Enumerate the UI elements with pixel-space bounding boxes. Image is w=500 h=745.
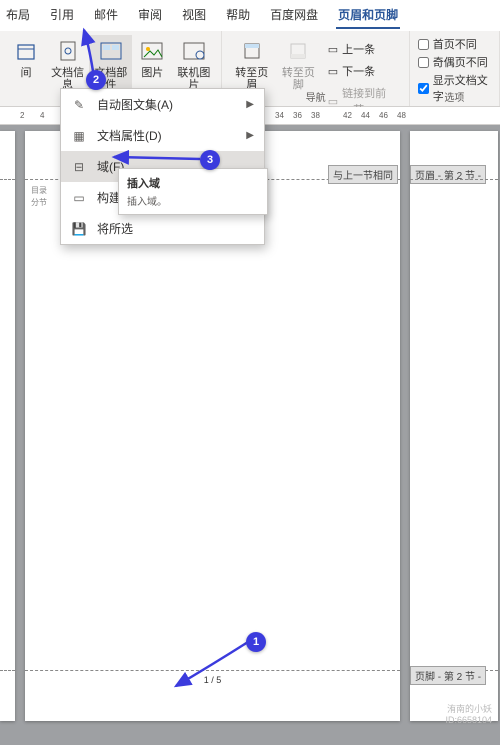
options-label: 选项 (444, 89, 464, 104)
up-icon: ▭ (328, 43, 338, 56)
autotext-icon: ✎ (71, 97, 87, 113)
tooltip-title: 插入域 (127, 175, 259, 191)
footer-section-tag: 页脚 - 第 2 节 - (410, 666, 486, 685)
ribbon-tabs: 布局 引用 邮件 审阅 视图 帮助 百度网盘 页眉和页脚 (0, 0, 500, 31)
tab-layout[interactable]: 布局 (4, 2, 32, 29)
section-text: 分节 (31, 197, 47, 208)
tab-header-footer[interactable]: 页眉和页脚 (336, 2, 400, 29)
parts-icon (97, 37, 125, 65)
picture-icon (138, 37, 166, 65)
badge-1: 1 (246, 632, 266, 652)
tab-view[interactable]: 视图 (180, 2, 208, 29)
onlinepic-button[interactable]: 联机图片 (172, 35, 215, 93)
group-options: 首页不同 奇偶页不同 显示文档文字 选项 (410, 31, 500, 106)
tab-review[interactable]: 审阅 (136, 2, 164, 29)
next-button[interactable]: ▭下一条 (322, 61, 403, 81)
footer-page-number[interactable]: 1 / 5 (204, 675, 222, 685)
autotext-item[interactable]: ✎ 自动图文集(A) ▶ (61, 89, 264, 120)
footer-icon (284, 37, 312, 65)
docprop-item[interactable]: ▦ 文档属性(D) ▶ (61, 120, 264, 151)
down-icon: ▭ (328, 65, 338, 78)
link-icon: ▭ (328, 95, 338, 108)
header-icon (238, 37, 266, 65)
building-icon: ▭ (71, 190, 87, 206)
tooltip-body: 插入域。 (127, 193, 259, 208)
docinfo-button[interactable]: 文档信息 (46, 35, 89, 93)
tab-baidu[interactable]: 百度网盘 (268, 2, 320, 29)
field-icon: ⊟ (71, 159, 87, 175)
prev-button[interactable]: ▭上一条 (322, 39, 403, 59)
chevron-right-icon: ▶ (246, 130, 254, 141)
header-section-tag: 页眉 - 第 2 节 - (410, 165, 486, 184)
watermark: 洧南的小妖 ID:6658104 (445, 704, 492, 726)
badge-3: 3 (200, 150, 220, 170)
tab-references[interactable]: 引用 (48, 2, 76, 29)
picture-button[interactable]: 图片 (132, 35, 172, 81)
nav-label: 导航 (306, 89, 326, 104)
calendar-icon (12, 37, 40, 65)
firstpage-checkbox[interactable]: 首页不同 (416, 35, 479, 53)
same-as-prev-tag: 与上一节相同 (328, 165, 398, 184)
page-prev (0, 131, 15, 721)
saveall-item[interactable]: 💾 将所选 (61, 213, 264, 244)
oddeven-checkbox[interactable]: 奇偶页不同 (416, 53, 490, 71)
tab-mail[interactable]: 邮件 (92, 2, 120, 29)
tab-help[interactable]: 帮助 (224, 2, 252, 29)
toc-text: 目录 (31, 185, 47, 196)
badge-2: 2 (86, 70, 106, 90)
tooltip: 插入域 插入域。 (118, 168, 268, 215)
chevron-right-icon: ▶ (246, 99, 254, 110)
onlinepic-icon (180, 37, 208, 65)
span-button[interactable]: 间 (6, 35, 46, 81)
parts-dropdown: ✎ 自动图文集(A) ▶ ▦ 文档属性(D) ▶ ⊟ 域(F)... ▭ 构建基… (60, 88, 265, 245)
docinfo-icon (54, 37, 82, 65)
page-next: 页眉 - 第 2 节 - 页脚 - 第 2 节 - (410, 131, 498, 721)
save-icon: 💾 (71, 221, 87, 237)
docprop-icon: ▦ (71, 128, 87, 144)
